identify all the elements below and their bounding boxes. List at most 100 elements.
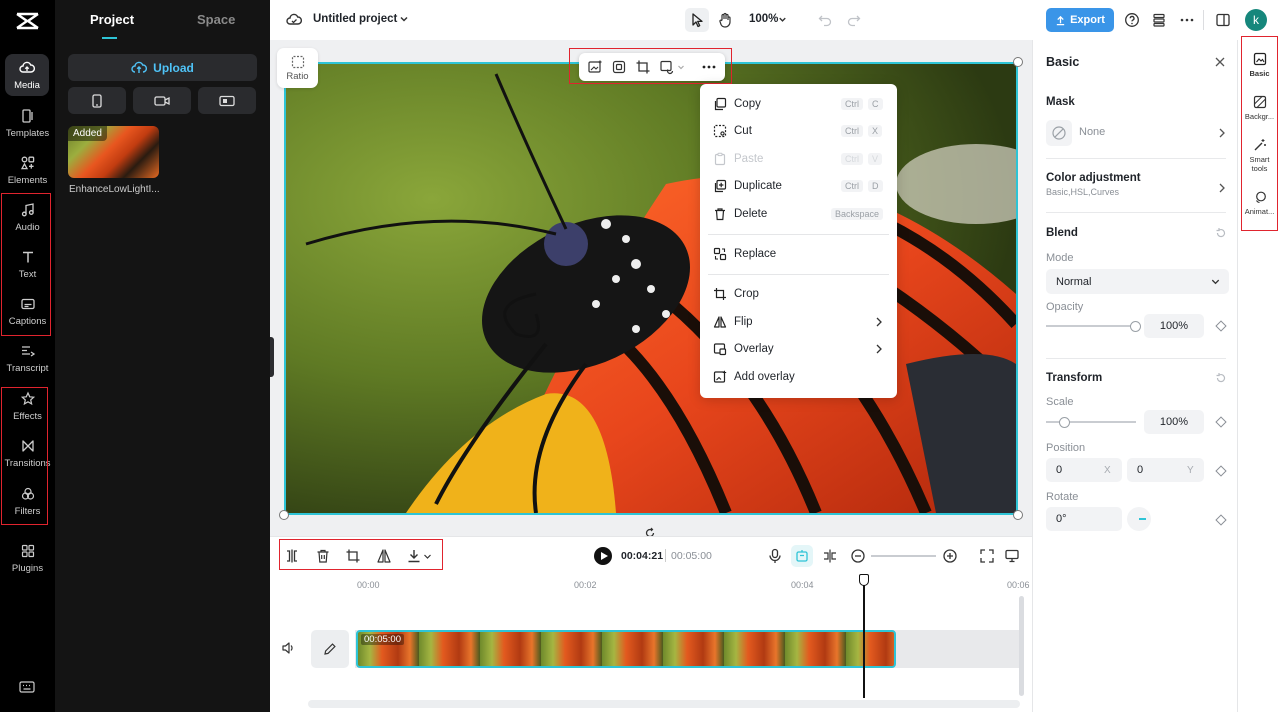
color-adjustment-row[interactable]: Color adjustment Basic,HSL,Curves xyxy=(1046,172,1228,202)
select-tool-button[interactable] xyxy=(685,8,709,32)
toggle-panel-icon[interactable] xyxy=(1215,12,1231,28)
redo-icon[interactable] xyxy=(846,12,862,28)
tab-space[interactable]: Space xyxy=(197,12,235,27)
resize-handle-br[interactable] xyxy=(1013,510,1023,520)
preview-image[interactable] xyxy=(284,62,1018,515)
rail-audio[interactable]: Audio xyxy=(0,194,55,241)
more-horizontal-icon[interactable] xyxy=(1179,12,1195,28)
undo-icon[interactable] xyxy=(817,12,833,28)
position-x-input[interactable]: 0 X xyxy=(1046,458,1122,482)
ratio-button[interactable]: Ratio xyxy=(277,48,318,88)
keyboard-shortcuts-icon[interactable] xyxy=(19,681,35,693)
avatar[interactable]: k xyxy=(1245,9,1267,31)
more-options-icon[interactable] xyxy=(701,59,717,75)
zoom-slider-track[interactable] xyxy=(871,555,936,557)
opacity-slider-track[interactable] xyxy=(1046,325,1136,327)
resize-handle-tr[interactable] xyxy=(1013,57,1023,67)
menu-item-cut[interactable]: Cut Ctrl X xyxy=(700,118,897,144)
flip-icon[interactable] xyxy=(376,548,392,564)
tool-animation[interactable]: Animat... xyxy=(1238,190,1280,216)
track-edit-button[interactable] xyxy=(311,630,349,668)
blend-mode-select[interactable]: Normal xyxy=(1046,269,1229,294)
rail-text[interactable]: Text xyxy=(0,241,55,288)
reset-icon[interactable] xyxy=(1215,372,1227,384)
mask-selector[interactable]: None xyxy=(1046,120,1228,146)
menu-item-overlay[interactable]: Overlay xyxy=(700,336,897,362)
media-thumbnail[interactable]: Added xyxy=(68,126,159,178)
delete-trash-icon[interactable] xyxy=(315,548,331,564)
keyframe-diamond-icon[interactable] xyxy=(1215,514,1227,526)
rail-captions[interactable]: Captions xyxy=(0,288,55,335)
enhance-image-icon[interactable] xyxy=(587,59,603,75)
rail-transcript[interactable]: Transcript xyxy=(0,335,55,382)
crop-icon[interactable] xyxy=(345,548,361,564)
camera-record-button[interactable] xyxy=(133,87,191,114)
auto-snap-toggle[interactable] xyxy=(791,545,813,567)
preview-monitor-icon[interactable] xyxy=(1004,548,1020,564)
keyframe-diamond-icon[interactable] xyxy=(1215,320,1227,332)
cloud-save-icon[interactable] xyxy=(286,12,302,28)
horizontal-scrollbar[interactable] xyxy=(308,700,1020,708)
phone-record-button[interactable] xyxy=(68,87,126,114)
opacity-slider-knob[interactable] xyxy=(1130,321,1141,332)
menu-item-add-overlay[interactable]: Add overlay xyxy=(700,364,897,390)
menu-item-paste[interactable]: Paste Ctrl V xyxy=(700,146,897,172)
opacity-input[interactable]: 100% xyxy=(1144,314,1204,338)
zoom-chevron-down-icon[interactable] xyxy=(777,14,788,25)
position-y-input[interactable]: 0 Y xyxy=(1127,458,1204,482)
rail-plugins[interactable]: Plugins xyxy=(0,535,55,582)
playhead-handle[interactable] xyxy=(859,574,869,586)
microphone-icon[interactable] xyxy=(767,548,783,564)
help-icon[interactable] xyxy=(1124,12,1140,28)
video-clip[interactable]: 00:05:00 xyxy=(356,630,896,668)
menu-item-crop[interactable]: Crop xyxy=(700,281,897,307)
keyframe-diamond-icon[interactable] xyxy=(1215,465,1227,477)
menu-item-flip[interactable]: Flip xyxy=(700,309,897,335)
menu-item-replace[interactable]: Replace xyxy=(700,241,897,267)
scale-input[interactable]: 100% xyxy=(1144,410,1204,434)
menu-item-delete[interactable]: Delete Backspace xyxy=(700,201,897,227)
split-icon[interactable] xyxy=(284,548,300,564)
zoom-out-icon[interactable] xyxy=(850,548,866,564)
split-screen-icon[interactable] xyxy=(822,548,838,564)
tab-project[interactable]: Project xyxy=(90,12,134,27)
scale-slider-knob[interactable] xyxy=(1059,417,1070,428)
rail-templates[interactable]: Templates xyxy=(0,100,55,147)
track-volume-icon[interactable] xyxy=(281,641,295,655)
rail-transitions[interactable]: Transitions xyxy=(0,430,55,477)
chevron-down-icon[interactable] xyxy=(398,13,410,25)
rail-elements[interactable]: Elements xyxy=(0,147,55,194)
menu-item-copy[interactable]: Copy Ctrl C xyxy=(700,91,897,117)
playhead[interactable] xyxy=(859,574,869,698)
remove-background-icon[interactable] xyxy=(611,59,627,75)
stack-layers-icon[interactable] xyxy=(1151,12,1167,28)
upload-button[interactable]: Upload xyxy=(68,54,257,81)
zoom-level[interactable]: 100% xyxy=(749,13,778,25)
screen-record-button[interactable] xyxy=(198,87,256,114)
resize-handle-bl[interactable] xyxy=(279,510,289,520)
rail-effects[interactable]: Effects xyxy=(0,383,55,430)
hand-pan-icon[interactable] xyxy=(717,12,733,28)
tool-smart-tools[interactable]: Smart tools xyxy=(1238,138,1280,173)
keyframe-diamond-icon[interactable] xyxy=(1215,416,1227,428)
play-button[interactable] xyxy=(594,547,612,565)
download-chevron-down-icon[interactable] xyxy=(423,552,432,561)
export-button[interactable]: Export xyxy=(1046,8,1114,32)
menu-item-duplicate[interactable]: Duplicate Ctrl D xyxy=(700,173,897,199)
close-icon[interactable] xyxy=(1214,56,1226,68)
tool-background[interactable]: Backgr... xyxy=(1238,95,1280,121)
rotate-dial[interactable] xyxy=(1127,507,1151,531)
vertical-scrollbar[interactable] xyxy=(1019,596,1024,696)
tool-basic[interactable]: Basic xyxy=(1238,52,1280,78)
zoom-in-icon[interactable] xyxy=(942,548,958,564)
rotate-input[interactable]: 0° xyxy=(1046,507,1122,531)
reset-icon[interactable] xyxy=(1215,227,1227,239)
panel-collapse-handle[interactable] xyxy=(270,337,274,377)
rail-media[interactable]: Media xyxy=(5,54,49,96)
crop-icon[interactable] xyxy=(635,59,651,75)
download-icon[interactable] xyxy=(406,548,422,564)
replace-image-icon[interactable] xyxy=(659,59,675,75)
rail-filters[interactable]: Filters xyxy=(0,478,55,525)
project-title[interactable]: Untitled project xyxy=(313,13,397,25)
fullscreen-icon[interactable] xyxy=(979,548,995,564)
